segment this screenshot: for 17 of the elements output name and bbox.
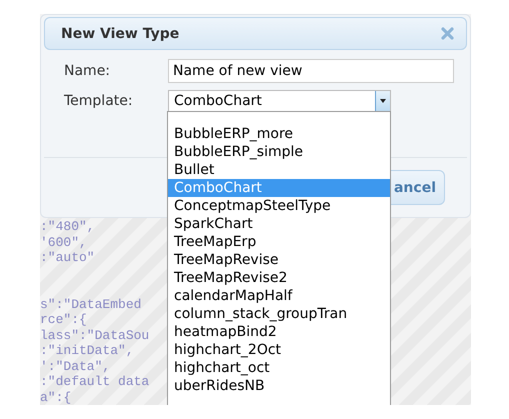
code-line: '600", [40, 234, 87, 250]
code-line: :"default data [40, 374, 150, 390]
template-select[interactable]: ComboChart [168, 90, 391, 112]
code-line: :"initData", [40, 343, 134, 358]
code-line: lass":"DataSou [40, 328, 150, 343]
dialog-title: New View Type [61, 26, 180, 42]
code-line: s":"DataEmbed [40, 296, 142, 312]
code-line: ':"Data", [40, 358, 110, 374]
field-label: Template: [64, 93, 134, 109]
code-line: rce":{ [40, 312, 87, 328]
caret-icon [380, 99, 386, 103]
close-icon[interactable] [441, 27, 454, 40]
name-input[interactable]: Name of new view [168, 59, 454, 83]
field-label: Name: [64, 63, 112, 79]
code-line: :"auto" [40, 250, 95, 266]
code-line: a":{ [40, 390, 72, 405]
code-line: :"480", [40, 219, 95, 234]
